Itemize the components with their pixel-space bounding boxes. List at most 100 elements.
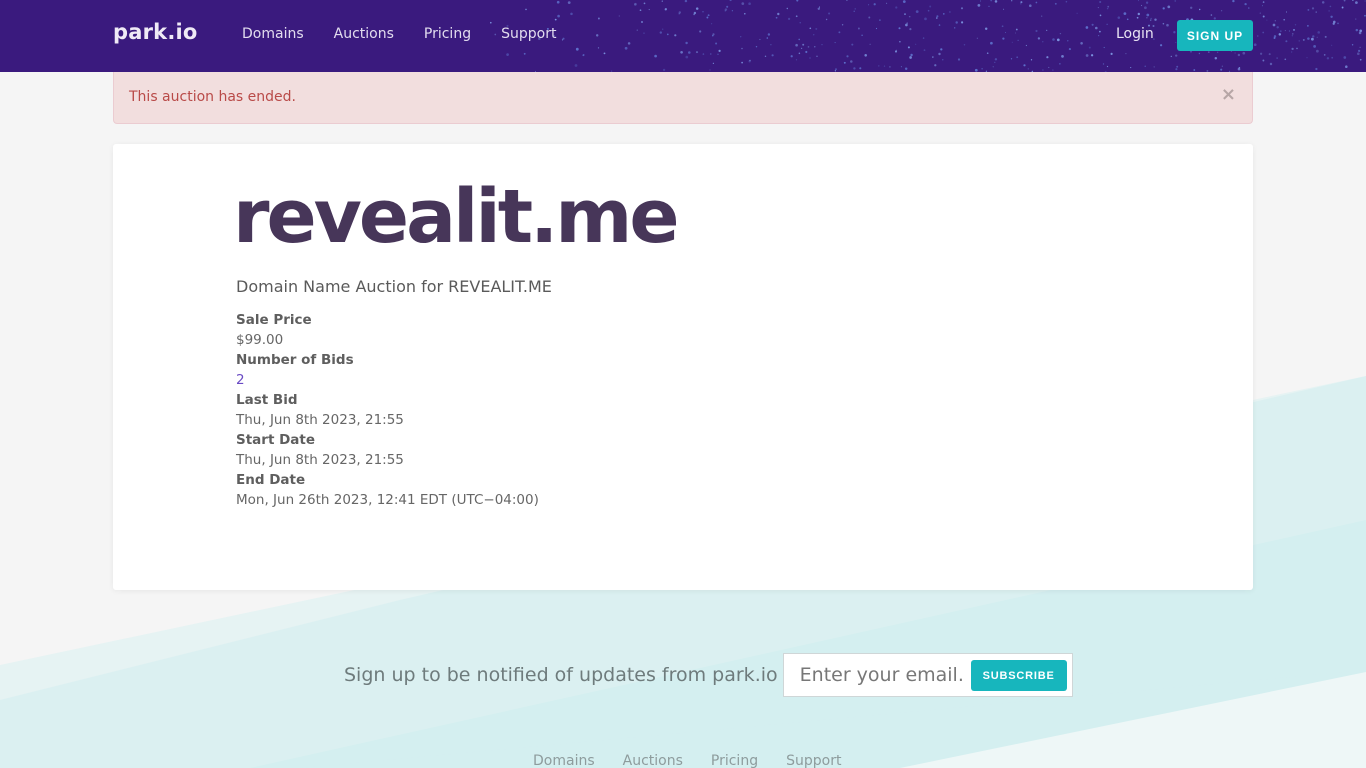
star-dot xyxy=(1291,47,1294,51)
nav-links: Domains Auctions Pricing Support xyxy=(242,26,586,42)
star-dot xyxy=(1283,18,1286,21)
star-dot xyxy=(1316,49,1319,53)
star-dot xyxy=(1324,35,1327,38)
star-dot xyxy=(1292,33,1294,35)
auction-subtitle: Domain Name Auction for REVEALIT.ME xyxy=(236,277,552,296)
footer-link-pricing[interactable]: Pricing xyxy=(711,753,758,768)
star-dot xyxy=(1296,47,1298,50)
subscribe-form: SUBSCRIBE xyxy=(782,653,1073,697)
star-dot xyxy=(1276,26,1279,29)
star-dot xyxy=(1330,15,1333,19)
star-dot xyxy=(1262,15,1265,18)
newsletter-signup: Sign up to be notified of updates from p… xyxy=(344,653,1073,697)
star-dot xyxy=(1364,0,1366,2)
subscribe-prompt: Sign up to be notified of updates from p… xyxy=(344,664,778,686)
login-link[interactable]: Login xyxy=(1116,26,1154,42)
auction-card: revealit.me Domain Name Auction for REVE… xyxy=(113,144,1253,590)
nav-link-domains[interactable]: Domains xyxy=(242,26,304,42)
star-dot xyxy=(1262,59,1265,62)
nav-link-pricing[interactable]: Pricing xyxy=(424,26,471,42)
star-dot xyxy=(1315,11,1317,13)
star-dot xyxy=(1262,1,1265,3)
star-dot xyxy=(1286,11,1287,13)
top-navbar: park.io Domains Auctions Pricing Support… xyxy=(0,0,1366,72)
star-dot xyxy=(1326,57,1330,60)
star-dot xyxy=(1337,22,1339,25)
star-dot xyxy=(1357,49,1361,53)
auction-details: Sale Price $99.00 Number of Bids 2 Last … xyxy=(236,310,539,510)
star-dot xyxy=(1284,58,1287,61)
signup-button[interactable]: SIGN UP xyxy=(1177,20,1253,51)
nav-link-auctions[interactable]: Auctions xyxy=(334,26,394,42)
star-dot xyxy=(1266,19,1268,21)
star-dot xyxy=(1298,40,1300,42)
star-dot xyxy=(1345,65,1348,68)
star-dot xyxy=(1312,35,1315,38)
footer-link-domains[interactable]: Domains xyxy=(533,753,595,768)
star-dot xyxy=(1291,35,1293,37)
star-dot xyxy=(1253,43,1257,47)
domain-title: revealit.me xyxy=(233,174,680,260)
start-date-value: Thu, Jun 8th 2023, 21:55 xyxy=(236,452,404,468)
star-dot xyxy=(1313,45,1316,48)
star-dot xyxy=(1279,30,1282,32)
star-dot xyxy=(1272,23,1276,27)
star-dot xyxy=(1311,7,1315,10)
start-date-label: Start Date xyxy=(236,432,316,448)
footer-link-auctions[interactable]: Auctions xyxy=(623,753,683,768)
end-date-label: End Date xyxy=(236,472,306,488)
star-dot xyxy=(1329,5,1332,8)
nav-link-support[interactable]: Support xyxy=(501,26,556,42)
star-dot xyxy=(1359,29,1363,33)
bids-count-label: Number of Bids xyxy=(236,352,354,368)
star-dot xyxy=(1273,37,1276,39)
star-dot xyxy=(1351,44,1354,46)
star-dot xyxy=(1316,36,1318,38)
star-dot xyxy=(1359,58,1362,61)
star-dot xyxy=(1306,57,1308,59)
sale-price-value: $99.00 xyxy=(236,332,284,348)
star-dot xyxy=(1284,30,1286,32)
star-dot xyxy=(1294,24,1297,26)
star-dot xyxy=(1269,62,1273,66)
star-dot xyxy=(1268,53,1271,56)
star-dot xyxy=(1321,1,1325,4)
star-dot xyxy=(1317,31,1320,34)
star-dot xyxy=(1359,46,1361,49)
star-dot xyxy=(1291,51,1293,53)
star-dot xyxy=(1288,30,1290,32)
star-dot xyxy=(1315,67,1318,71)
star-dot xyxy=(1259,12,1261,14)
star-dot xyxy=(1257,35,1259,37)
star-dot xyxy=(1341,6,1344,9)
brand-logo[interactable]: park.io xyxy=(113,20,198,44)
star-dot xyxy=(1331,56,1334,59)
star-dot xyxy=(1311,37,1314,41)
star-dot xyxy=(1307,25,1309,27)
star-dot xyxy=(1302,38,1305,41)
alert-message: This auction has ended. xyxy=(129,89,296,105)
last-bid-value: Thu, Jun 8th 2023, 21:55 xyxy=(236,412,404,428)
star-dot xyxy=(1343,0,1346,2)
subscribe-button[interactable]: SUBSCRIBE xyxy=(970,660,1067,691)
star-dot xyxy=(1274,20,1276,22)
star-dot xyxy=(1355,28,1359,32)
star-dot xyxy=(1343,56,1347,59)
auction-ended-alert: This auction has ended. × xyxy=(113,72,1253,124)
star-dot xyxy=(1352,0,1354,1)
star-dot xyxy=(1276,57,1278,59)
star-dot xyxy=(1328,10,1330,12)
star-dot xyxy=(1331,44,1333,46)
bids-count-link[interactable]: 2 xyxy=(236,370,539,390)
star-dot xyxy=(1307,8,1310,11)
email-input[interactable] xyxy=(784,655,965,695)
star-dot xyxy=(1307,37,1310,40)
star-dot xyxy=(1262,5,1263,7)
close-icon[interactable]: × xyxy=(1221,86,1236,104)
footer-link-support[interactable]: Support xyxy=(786,753,841,768)
star-dot xyxy=(1262,31,1265,34)
star-dot xyxy=(1355,18,1357,20)
end-date-value: Mon, Jun 26th 2023, 12:41 EDT (UTC−04:00… xyxy=(236,492,539,508)
star-dot xyxy=(1356,52,1360,56)
star-dot xyxy=(1323,54,1326,56)
